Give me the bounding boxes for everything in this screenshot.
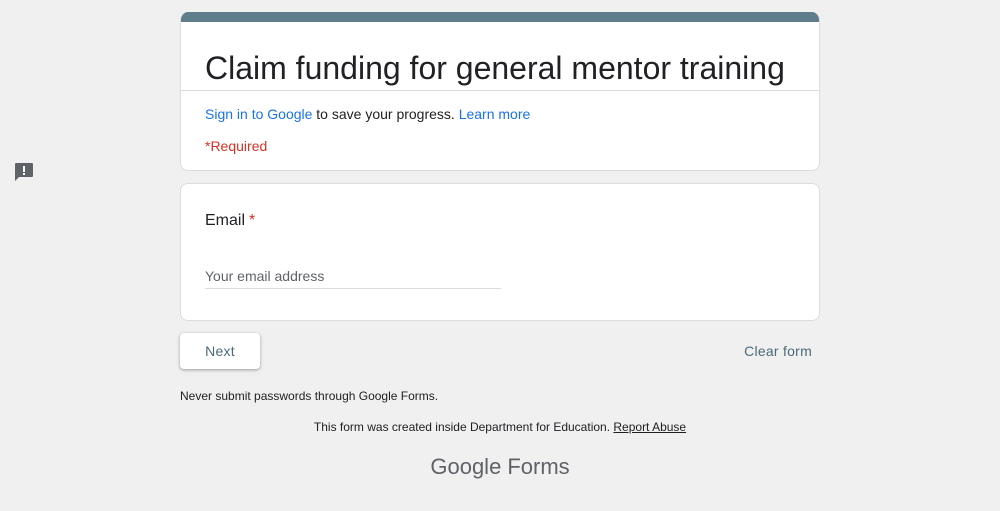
learn-more-link[interactable]: Learn more (459, 106, 531, 122)
form-origin-notice: This form was created inside Department … (180, 419, 820, 435)
sign-in-notice: Sign in to Google to save your progress.… (205, 104, 530, 124)
clear-form-button[interactable]: Clear form (736, 333, 820, 369)
form-container: Claim funding for general mentor trainin… (180, 12, 820, 479)
question-label: Email * (205, 210, 255, 232)
form-header-card: Claim funding for general mentor trainin… (180, 12, 820, 171)
sign-in-link[interactable]: Sign in to Google (205, 106, 312, 122)
question-title: Email (205, 212, 246, 229)
sign-in-notice-text: to save your progress. (312, 106, 459, 122)
report-abuse-link[interactable]: Report Abuse (613, 420, 686, 434)
required-star: * (249, 212, 256, 229)
logo-google-text: Google (430, 454, 502, 479)
required-note: *Required (205, 138, 268, 154)
logo-forms-text: Forms (507, 454, 570, 479)
password-warning: Never submit passwords through Google Fo… (180, 389, 439, 403)
form-origin-text: This form was created inside Department … (313, 420, 614, 434)
email-field[interactable] (205, 264, 501, 289)
feedback-icon[interactable] (14, 162, 34, 182)
google-forms-logo[interactable]: Google Forms (180, 452, 820, 482)
next-button[interactable]: Next (180, 333, 260, 369)
header-divider (181, 90, 819, 91)
form-actions: Next Clear form (180, 333, 820, 369)
question-card-email: Email * (180, 183, 820, 321)
form-title: Claim funding for general mentor trainin… (205, 50, 785, 86)
header-accent-bar (181, 12, 819, 22)
